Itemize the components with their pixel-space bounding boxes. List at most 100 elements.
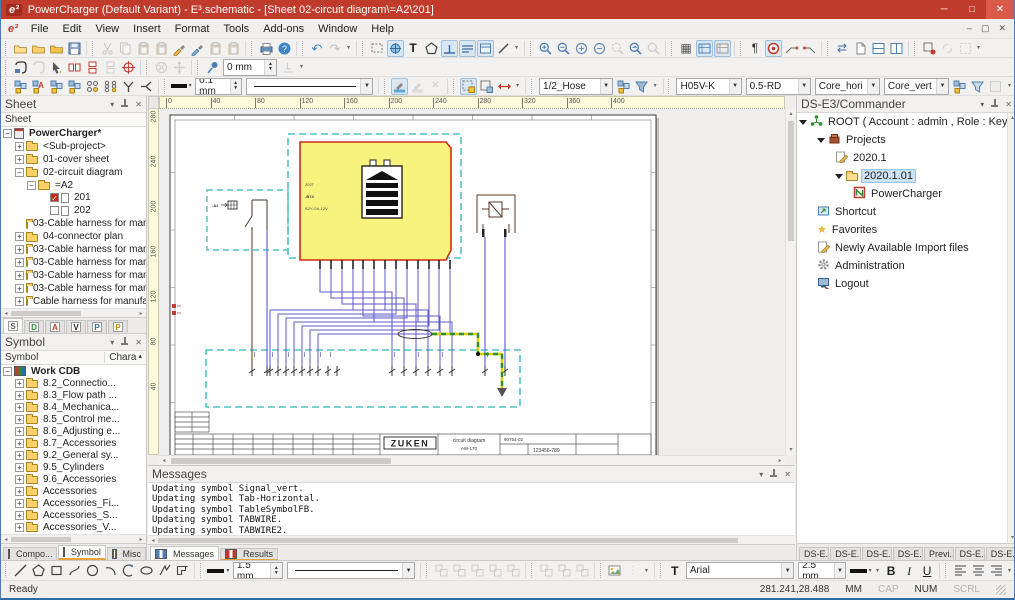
comp-up-icon[interactable]	[12, 78, 29, 95]
pin-icon[interactable]	[991, 99, 998, 109]
minimize-button[interactable]: ─	[930, 0, 958, 19]
symbol-tree-item[interactable]: +Accessories_S...	[1, 509, 146, 521]
symbol-tree-item[interactable]: +Accessories_Fi...	[1, 497, 146, 509]
symbol-tree-item[interactable]: +8.2_Connectio...	[1, 377, 146, 389]
toolbar-overflow-button[interactable]: ▾	[345, 40, 353, 57]
target-icon[interactable]	[765, 40, 782, 57]
lasso-c-icon[interactable]	[30, 59, 47, 76]
toolbar-overflow-button[interactable]: ▾	[975, 40, 983, 57]
toolbar-handle[interactable]	[945, 563, 949, 578]
expander-icon[interactable]: −	[3, 129, 12, 138]
arrow-r-icon[interactable]	[496, 78, 513, 95]
color-swatch-button[interactable]: ▾	[170, 78, 192, 95]
toolbar-handle[interactable]	[251, 41, 255, 56]
expander-icon[interactable]: +	[15, 439, 24, 448]
symbol-tree-item[interactable]: +9.5_Cylinders	[1, 461, 146, 473]
commander-tree-item[interactable]: 2020.1.01	[797, 167, 1015, 185]
box-y-icon[interactable]	[460, 78, 477, 95]
expander-icon[interactable]: +	[15, 245, 24, 254]
wire-type-select[interactable]: 0.5-RD▼	[746, 78, 811, 95]
cut-icon[interactable]	[99, 40, 116, 57]
symbol-column-header[interactable]: Symbol Chara ▴	[1, 351, 146, 365]
sheet-tree-item[interactable]: −02-circuit diagram	[1, 166, 146, 179]
conn-a-icon[interactable]	[783, 40, 800, 57]
toolbar-overflow-button[interactable]: ▾	[298, 59, 306, 76]
sheet-new-icon[interactable]	[852, 40, 869, 57]
brush-icon[interactable]	[171, 40, 188, 57]
schematic-drawing[interactable]: 2027 -B74 B2Y-GA-12V -A2	[148, 96, 795, 465]
zoom-prev-icon[interactable]	[627, 40, 644, 57]
comp-y-icon[interactable]	[951, 78, 968, 95]
sh-pent-icon[interactable]	[30, 562, 47, 579]
line-tool-icon[interactable]	[495, 40, 512, 57]
sheet-h-icon[interactable]	[870, 40, 887, 57]
sheet-checkbox[interactable]	[50, 206, 59, 215]
menu-format[interactable]: Format	[168, 20, 217, 38]
close-button[interactable]: ✕	[986, 0, 1014, 19]
toolbar-handle[interactable]	[200, 563, 204, 578]
font-size-select[interactable]: 2.5 mm▼	[798, 562, 846, 579]
grid-icon[interactable]: ▦	[678, 40, 695, 57]
undo-icon[interactable]: ↶	[309, 40, 326, 57]
toolbar-handle[interactable]	[5, 60, 9, 75]
grp-4-icon[interactable]	[487, 562, 504, 579]
toolbar-handle[interactable]	[740, 41, 744, 56]
open-project-icon[interactable]	[48, 40, 65, 57]
save-icon[interactable]	[66, 40, 83, 57]
clip-2-icon[interactable]	[225, 40, 242, 57]
toolbar-overflow-button[interactable]: ▾	[513, 40, 521, 57]
expander-icon[interactable]	[817, 138, 825, 143]
close-icon[interactable]: ✕	[135, 338, 142, 347]
sheet-mode-tab[interactable]: V	[66, 320, 86, 333]
line-style-select[interactable]: ▼	[246, 78, 374, 95]
offset-input[interactable]: 0 mm▲▼	[223, 59, 277, 76]
spinner-arrows[interactable]: ▲▼	[230, 79, 241, 94]
comp-y-icon[interactable]	[615, 78, 632, 95]
symbol-tree-item[interactable]: +8.4_Mechanica...	[1, 401, 146, 413]
pins-4-icon[interactable]	[84, 78, 101, 95]
junction-icon[interactable]	[441, 40, 458, 57]
toolbar-overflow-button[interactable]: ▾	[651, 78, 659, 95]
sheet-tree-item[interactable]: 202	[1, 204, 146, 217]
commander-tab[interactable]: Previ...	[924, 547, 954, 560]
commander-tree-item[interactable]: Administration	[797, 257, 1015, 275]
commander-tree-item[interactable]: 2020.1	[797, 149, 1015, 167]
units-indicator[interactable]: MM	[845, 584, 862, 595]
commander-tab[interactable]: DS-E...	[955, 547, 985, 560]
copy-icon[interactable]	[117, 40, 134, 57]
chevron-down-icon[interactable]: ▼	[360, 79, 372, 94]
bus-icon[interactable]	[459, 40, 476, 57]
toolbar-handle[interactable]	[5, 41, 9, 56]
tabsym-icon[interactable]	[477, 40, 494, 57]
sh-ellipse-icon[interactable]	[138, 562, 155, 579]
level-icon[interactable]	[280, 59, 297, 76]
brush-2-icon[interactable]	[189, 40, 206, 57]
sheet-tree-item[interactable]: +03-Cable harness for manufac	[1, 243, 146, 256]
spinner-arrows[interactable]: ▲▼	[264, 60, 276, 75]
sheet-tree-hscrollbar[interactable]: ◂▸	[1, 308, 146, 317]
mdi-minimize-button[interactable]: ‒	[967, 23, 972, 34]
commander-tree-item[interactable]: Shortcut	[797, 203, 1015, 221]
signal-icon[interactable]: ⇄	[834, 40, 851, 57]
commander-tree-item[interactable]: Projects	[797, 131, 1015, 149]
comp-a-icon[interactable]: A	[30, 78, 47, 95]
expander-icon[interactable]: +	[15, 415, 24, 424]
color-swatch-button[interactable]: ▾	[206, 562, 230, 579]
expander-icon[interactable]: +	[15, 232, 24, 241]
lasso-b-icon[interactable]	[12, 59, 29, 76]
expander-icon[interactable]: −	[15, 168, 24, 177]
chevron-down-icon[interactable]: ▼	[834, 563, 845, 578]
symbol-tree-item[interactable]: +9.6_Accessories	[1, 473, 146, 485]
toolbar-handle[interactable]	[671, 41, 675, 56]
commander-tab[interactable]: DS-E...	[862, 547, 892, 560]
toolbar-overflow-button[interactable]: ▾	[1006, 562, 1014, 579]
crosshair-icon[interactable]	[120, 59, 137, 76]
pst-2-icon[interactable]	[556, 562, 573, 579]
pilcrow-icon[interactable]: ¶	[747, 40, 764, 57]
commander-tree-item[interactable]: Newly Available Import files	[797, 239, 1015, 257]
hl-icon[interactable]	[391, 78, 408, 95]
text-tool-icon[interactable]: T	[666, 562, 683, 579]
expander-icon[interactable]: +	[15, 451, 24, 460]
wye-icon[interactable]	[120, 78, 137, 95]
resize-grip[interactable]	[996, 585, 1006, 595]
